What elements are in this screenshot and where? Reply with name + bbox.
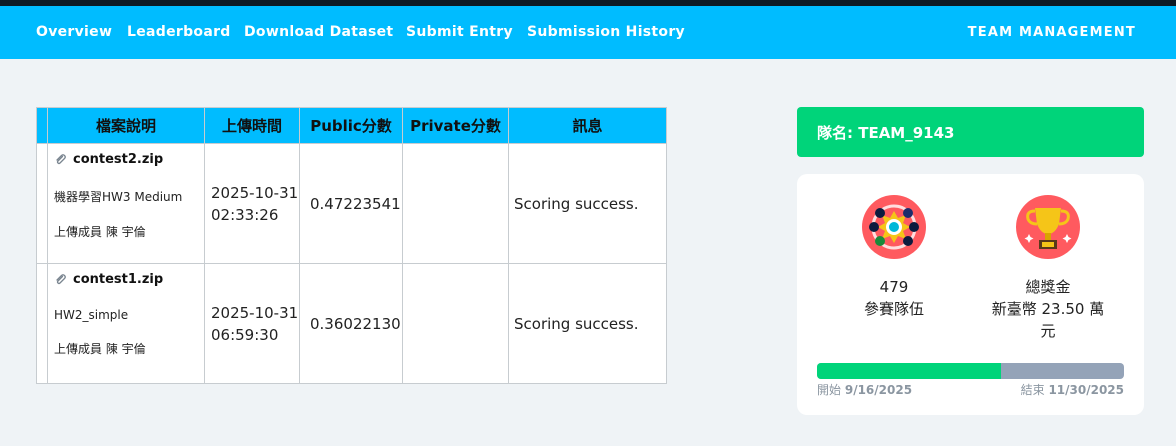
file-link[interactable]: contest1.zip <box>54 270 204 288</box>
message: Scoring success. <box>508 263 667 384</box>
upload-date: 2025-10-31 <box>211 183 299 202</box>
upload-date: 2025-10-31 <box>211 303 299 322</box>
table-row: contest2.zip 機器學習HW3 Medium 上傳成員 陳 宇倫 20… <box>36 143 667 264</box>
row-marker <box>36 263 48 384</box>
competition-stats-card: 479 參賽隊伍 總獎金 新臺幣 23.50 萬 元 開始 9/16/2025 … <box>797 174 1144 415</box>
uploader: 上傳成員 陳 宇倫 <box>54 225 146 239</box>
nav-team-management[interactable]: TEAM MANAGEMENT <box>968 25 1136 40</box>
file-description: 機器學習HW3 Medium <box>54 190 183 204</box>
start-label: 開始 <box>817 383 842 397</box>
end-date-label: 結束 11/30/2025 <box>1021 381 1124 398</box>
private-score <box>402 263 509 384</box>
teams-count: 479 <box>879 278 909 296</box>
table-row: contest1.zip HW2_simple 上傳成員 陳 宇倫 2025-1… <box>36 263 667 384</box>
team-circle-icon <box>862 195 926 259</box>
submission-table: 檔案說明 上傳時間 Public分數 Private分數 訊息 contest2… <box>36 107 667 384</box>
nav-overview[interactable]: Overview <box>36 24 112 40</box>
prize-value-unit: 元 <box>1040 322 1056 340</box>
upload-time: 06:59:30 <box>211 325 279 344</box>
header-private-score: Private分數 <box>402 107 509 144</box>
competition-progress-bar <box>817 363 1124 379</box>
start-date: 9/16/2025 <box>844 383 913 397</box>
table-header-row: 檔案說明 上傳時間 Public分數 Private分數 訊息 <box>36 107 667 144</box>
teams-label: 參賽隊伍 <box>863 300 924 318</box>
header-message: 訊息 <box>508 107 667 144</box>
message: Scoring success. <box>508 143 667 264</box>
upload-time-cell: 2025-10-31 02:33:26 <box>204 143 300 264</box>
paperclip-icon <box>56 274 66 285</box>
row-marker <box>36 143 48 264</box>
nav-leaderboard[interactable]: Leaderboard <box>127 24 231 40</box>
start-date-label: 開始 9/16/2025 <box>817 381 912 398</box>
header-upload-time: 上傳時間 <box>204 107 300 144</box>
nav-download-dataset[interactable]: Download Dataset <box>244 24 393 40</box>
trophy-icon <box>1016 195 1080 259</box>
team-name-bar: 隊名: TEAM_9143 <box>797 107 1144 157</box>
end-date: 11/30/2025 <box>1048 383 1124 397</box>
private-score <box>402 143 509 264</box>
end-label: 結束 <box>1020 383 1045 397</box>
upload-time: 02:33:26 <box>211 205 279 224</box>
teams-stat: 479 參賽隊伍 <box>819 276 969 320</box>
header-file-description: 檔案說明 <box>47 107 205 144</box>
file-description: HW2_simple <box>54 308 129 322</box>
prize-value: 新臺幣 23.50 萬 <box>991 300 1105 318</box>
file-link[interactable]: contest2.zip <box>54 150 204 168</box>
upload-time-cell: 2025-10-31 06:59:30 <box>204 263 300 384</box>
uploader: 上傳成員 陳 宇倫 <box>54 342 146 356</box>
public-score: 0.47223541 <box>299 143 403 264</box>
public-score: 0.36022130 <box>299 263 403 384</box>
nav-submit-entry[interactable]: Submit Entry <box>406 24 513 40</box>
top-navbar: Overview Leaderboard Download Dataset Su… <box>0 6 1176 59</box>
prize-label: 總獎金 <box>1025 278 1071 296</box>
paperclip-icon <box>56 154 66 165</box>
header-public-score: Public分數 <box>299 107 403 144</box>
file-cell: contest1.zip HW2_simple 上傳成員 陳 宇倫 <box>47 263 205 384</box>
header-blank <box>36 107 48 144</box>
prize-stat: 總獎金 新臺幣 23.50 萬 元 <box>973 276 1123 342</box>
file-name: contest1.zip <box>73 271 164 287</box>
file-name: contest2.zip <box>73 151 164 167</box>
file-cell: contest2.zip 機器學習HW3 Medium 上傳成員 陳 宇倫 <box>47 143 205 264</box>
nav-submission-history[interactable]: Submission History <box>527 24 685 40</box>
progress-fill <box>817 363 1002 379</box>
